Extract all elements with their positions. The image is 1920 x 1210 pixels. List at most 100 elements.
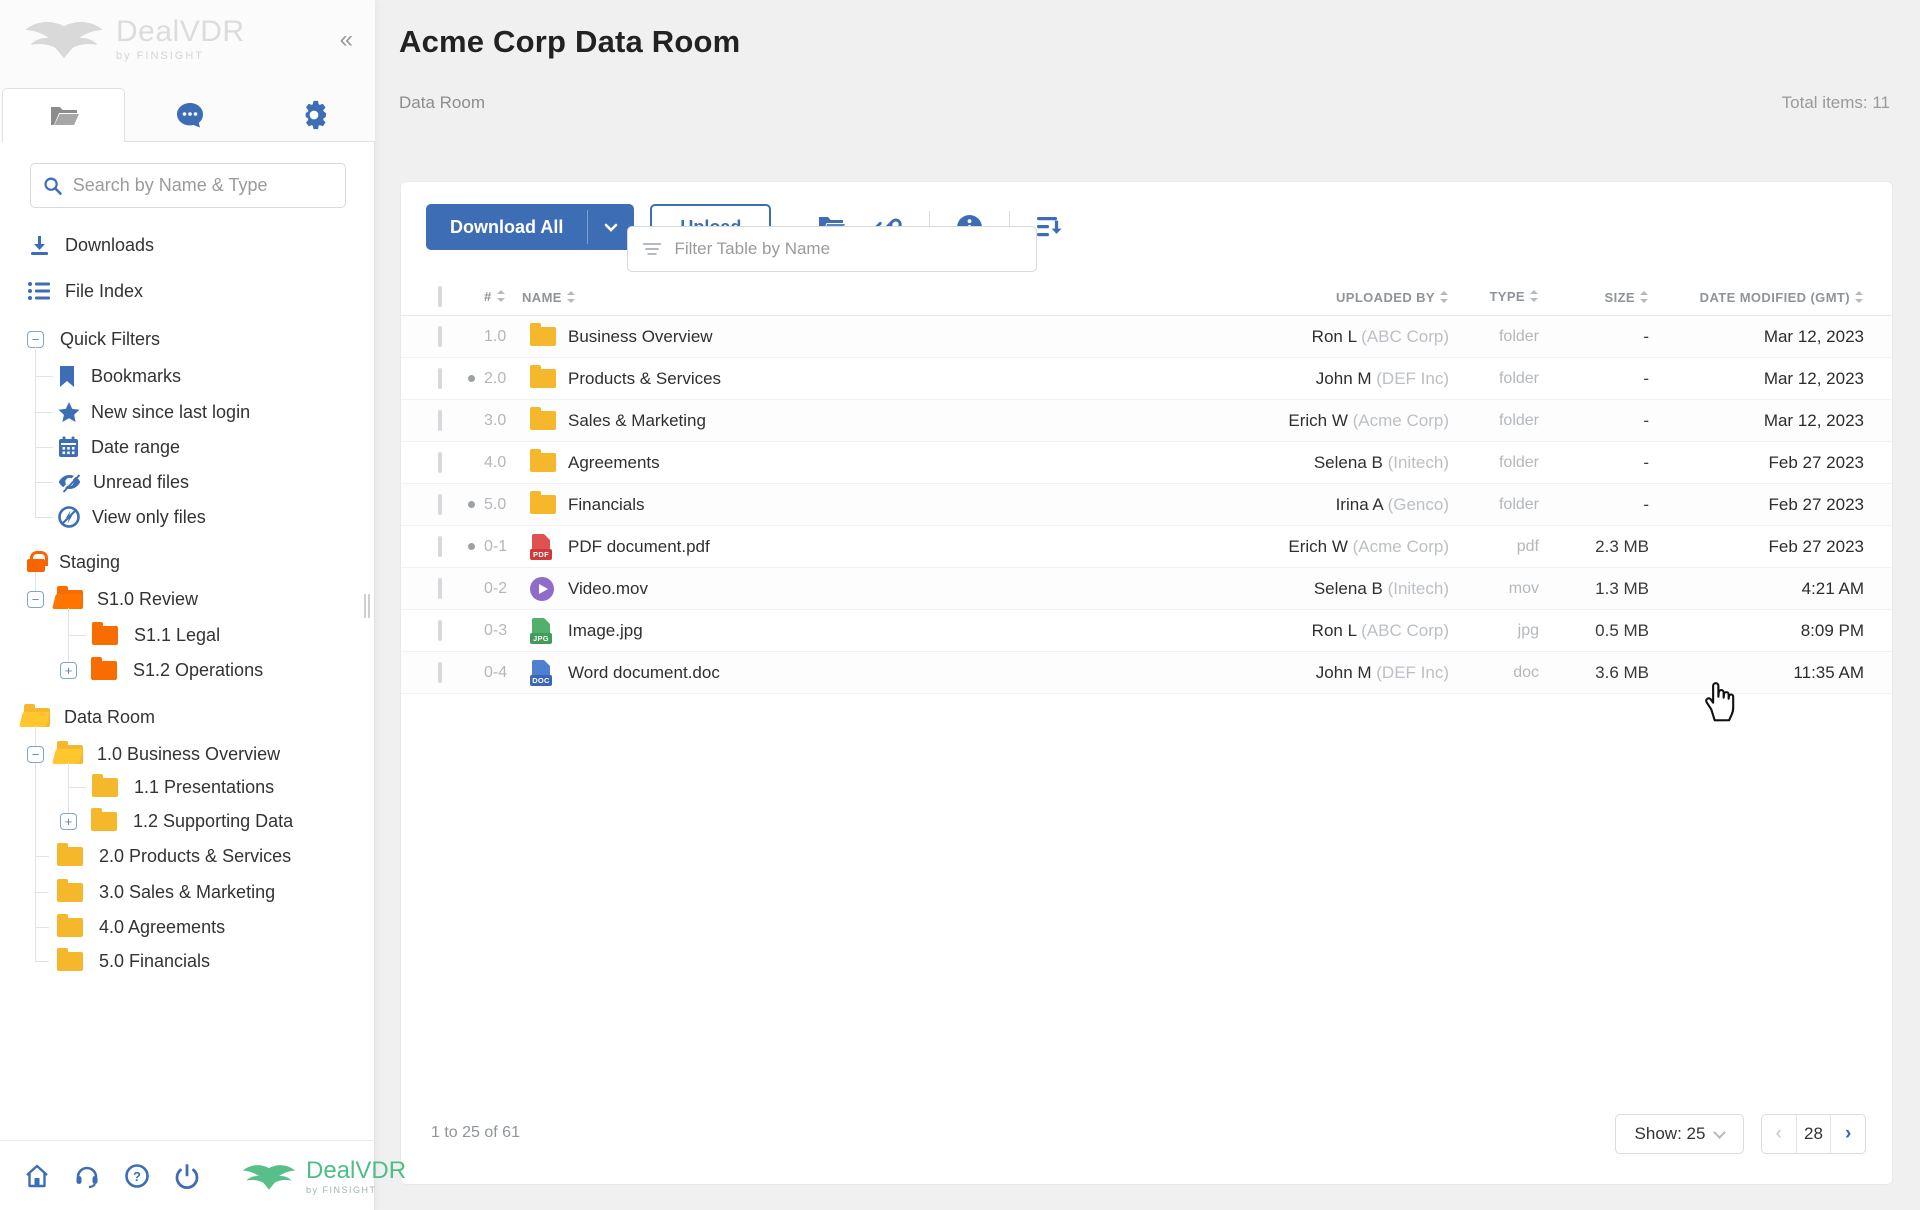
- uploader-name: Selena B: [1314, 579, 1383, 598]
- page-size-select[interactable]: Show: 25: [1615, 1114, 1744, 1154]
- sort-icon[interactable]: [1640, 291, 1649, 303]
- sort-icon[interactable]: [1855, 291, 1864, 303]
- filter-table-input[interactable]: [674, 239, 1022, 259]
- row-checkbox[interactable]: [438, 326, 442, 347]
- sort-icon[interactable]: [497, 290, 506, 302]
- next-page-button[interactable]: ›: [1830, 1115, 1865, 1153]
- sidebar-item-quick-filters[interactable]: − Quick Filters: [27, 321, 160, 357]
- tab-settings[interactable]: [252, 88, 375, 142]
- sidebar-item-4-0-agreements[interactable]: 4.0 Agreements: [57, 909, 225, 945]
- pdf-file-icon: PDF: [530, 534, 552, 560]
- sidebar-item-data-room[interactable]: Data Room: [24, 699, 155, 735]
- download-all-button[interactable]: Download All: [426, 204, 634, 250]
- expand-toggle-icon[interactable]: +: [60, 662, 77, 679]
- sidebar-item-label: Unread files: [93, 472, 189, 493]
- collapse-toggle-icon[interactable]: −: [27, 746, 44, 763]
- file-name[interactable]: Financials: [568, 495, 1129, 515]
- sidebar-item-1-2-supporting-data[interactable]: + 1.2 Supporting Data: [60, 803, 293, 839]
- sidebar-item-s1-2-operations[interactable]: + S1.2 Operations: [60, 652, 263, 688]
- column-header-size[interactable]: SIZE: [1605, 290, 1636, 305]
- dealvdr-eagle-logo-icon: [240, 1159, 298, 1193]
- table-row[interactable]: 2.0 Products & Services John M (DEF Inc)…: [401, 358, 1892, 400]
- sidebar-item-label: S1.0 Review: [97, 589, 198, 610]
- file-name[interactable]: PDF document.pdf: [568, 537, 1129, 557]
- uploader-company: (ABC Corp): [1361, 327, 1449, 346]
- sidebar-item-view-only-files[interactable]: View only files: [58, 499, 206, 535]
- sidebar-item-2-0-products-services[interactable]: 2.0 Products & Services: [57, 838, 291, 874]
- row-checkbox[interactable]: [438, 494, 442, 515]
- row-checkbox[interactable]: [438, 368, 442, 389]
- row-checkbox[interactable]: [438, 578, 442, 599]
- column-header-type[interactable]: TYPE: [1489, 289, 1525, 304]
- sort-icon[interactable]: [567, 291, 576, 303]
- sidebar-item-5-0-financials[interactable]: 5.0 Financials: [57, 943, 210, 979]
- sidebar-item-1-1-presentations[interactable]: 1.1 Presentations: [92, 769, 274, 805]
- date-modified: Feb 27 2023: [1649, 537, 1864, 557]
- table-row[interactable]: 5.0 Financials Irina A (Genco) folder - …: [401, 484, 1892, 526]
- table-row[interactable]: 0-4 DOC Word document.doc John M (DEF In…: [401, 652, 1892, 694]
- sidebar-item-unread-files[interactable]: Unread files: [58, 464, 189, 500]
- table-row[interactable]: 4.0 Agreements Selena B (Initech) folder…: [401, 442, 1892, 484]
- eye-slash-icon: [58, 471, 81, 493]
- file-name[interactable]: Products & Services: [568, 369, 1129, 389]
- collapse-toggle-icon[interactable]: −: [27, 331, 44, 348]
- sort-order-button[interactable]: [1036, 215, 1064, 239]
- table-row[interactable]: 1.0 Business Overview Ron L (ABC Corp) f…: [401, 316, 1892, 358]
- column-header-date-modified[interactable]: DATE MODIFIED (GMT): [1700, 290, 1850, 305]
- home-icon[interactable]: [24, 1163, 50, 1189]
- file-name[interactable]: Image.jpg: [568, 621, 1129, 641]
- date-modified: 11:35 AM: [1649, 663, 1864, 683]
- sidebar-item-downloads[interactable]: Downloads: [27, 227, 154, 263]
- sidebar-item-label: Bookmarks: [91, 366, 181, 387]
- sidebar-item-label: 2.0 Products & Services: [99, 846, 291, 867]
- sidebar-resize-handle[interactable]: [364, 594, 370, 618]
- tab-chat[interactable]: [128, 88, 251, 142]
- table-row[interactable]: 3.0 Sales & Marketing Erich W (Acme Corp…: [401, 400, 1892, 442]
- row-checkbox[interactable]: [438, 662, 442, 683]
- sidebar-item-s1-0-review[interactable]: − S1.0 Review: [27, 581, 198, 617]
- prev-page-button[interactable]: ‹: [1762, 1115, 1797, 1153]
- collapse-toggle-icon[interactable]: −: [27, 591, 44, 608]
- dealvdr-eagle-logo-icon: [22, 12, 106, 64]
- power-icon[interactable]: [174, 1163, 200, 1189]
- sidebar-item-s1-1-legal[interactable]: S1.1 Legal: [92, 617, 220, 653]
- search-input[interactable]: [73, 175, 333, 196]
- file-name[interactable]: Word document.doc: [568, 663, 1129, 683]
- table-row[interactable]: 0-3 JPG Image.jpg Ron L (ABC Corp) jpg 0…: [401, 610, 1892, 652]
- column-header-uploaded-by[interactable]: UPLOADED BY: [1336, 290, 1435, 305]
- lock-icon: [27, 559, 45, 572]
- file-name[interactable]: Video.mov: [568, 579, 1129, 599]
- table-row[interactable]: 0-2 Video.mov Selena B (Initech) mov 1.3…: [401, 568, 1892, 610]
- folder-icon: [57, 952, 83, 971]
- row-checkbox[interactable]: [438, 410, 442, 431]
- row-checkbox[interactable]: [438, 536, 442, 557]
- sort-icon[interactable]: [1530, 290, 1539, 302]
- sidebar-item-date-range[interactable]: Date range: [58, 429, 180, 465]
- app-logo-title: DealVDR: [116, 15, 245, 49]
- sidebar-item-staging[interactable]: Staging: [27, 544, 120, 580]
- sidebar-item-1-0-business-overview[interactable]: − 1.0 Business Overview: [27, 736, 280, 772]
- sidebar-item-bookmarks[interactable]: Bookmarks: [58, 358, 181, 394]
- file-name[interactable]: Agreements: [568, 453, 1129, 473]
- view-only-icon: [58, 506, 80, 528]
- sort-icon[interactable]: [1440, 291, 1449, 303]
- column-header-name[interactable]: NAME: [522, 290, 562, 305]
- sidebar-item-new-since-login[interactable]: New since last login: [58, 394, 250, 430]
- row-checkbox[interactable]: [438, 452, 442, 473]
- filter-lines-icon: [642, 241, 662, 257]
- file-name[interactable]: Business Overview: [568, 327, 1129, 347]
- table-row[interactable]: 0-1 PDF PDF document.pdf Erich W (Acme C…: [401, 526, 1892, 568]
- row-index: 1.0: [484, 328, 530, 346]
- file-name[interactable]: Sales & Marketing: [568, 411, 1129, 431]
- row-checkbox[interactable]: [438, 620, 442, 641]
- column-header-num[interactable]: #: [484, 289, 492, 304]
- support-headset-icon[interactable]: [74, 1163, 100, 1189]
- folder-icon: [530, 369, 556, 388]
- select-all-checkbox[interactable]: [438, 286, 442, 307]
- expand-toggle-icon[interactable]: +: [60, 813, 77, 830]
- sidebar-item-3-0-sales-marketing[interactable]: 3.0 Sales & Marketing: [57, 874, 275, 910]
- help-icon[interactable]: ?: [124, 1163, 150, 1189]
- tab-documents[interactable]: [2, 88, 125, 142]
- sidebar-item-file-index[interactable]: File Index: [27, 273, 143, 309]
- sidebar-collapse-icon[interactable]: «: [340, 26, 353, 54]
